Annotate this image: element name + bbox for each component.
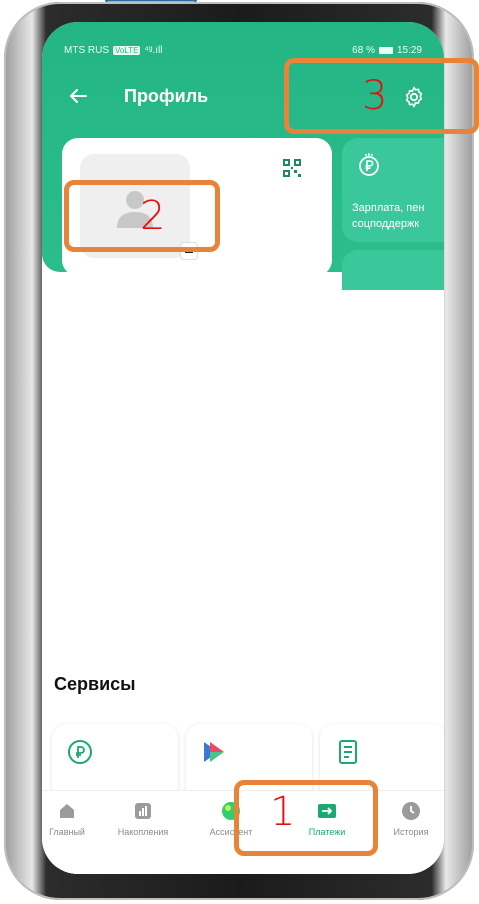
salary-card-text: Зарплата, пен соцподдержк [352,200,444,232]
battery-icon [378,46,393,54]
nav-label-main: Главный [49,827,85,837]
carrier-label: MTS RUS [64,44,109,56]
nav-item-main[interactable]: Главный [42,801,106,837]
nav-label-savings: Накопления [117,827,169,837]
nav-item-history[interactable]: История [372,801,444,837]
annotation-box-1 [234,780,378,856]
salary-card-line1: Зарплата, пен [352,202,425,214]
page-title: Профиль [124,86,209,106]
clock-time: 15:29 [396,44,422,56]
chart-icon [135,803,151,819]
nav-label-history: История [393,827,429,837]
home-icon [60,804,74,818]
phone-screen: MTS RUS VoLTE ⁴ᵍ.ıll 68 % 15:29 Профиль [42,22,444,874]
salary-card-line2: соцподдержк [352,218,420,230]
nav-item-savings[interactable]: Накопления [104,801,182,837]
annotation-number-3: 3 [362,73,388,119]
ruble-refresh-icon [68,740,92,764]
signal-icon: ⁴ᵍ.ıll [144,44,163,56]
ruble-coin-icon [359,153,379,176]
battery-percent: 68 % [352,44,375,56]
annotation-number-2: 2 [140,193,166,239]
salary-pension-card[interactable]: Зарплата, пен соцподдержк [342,138,444,242]
back-arrow-icon[interactable] [66,84,90,108]
annotation-number-1: 1 [270,789,296,835]
volte-badge: VoLTE [113,45,141,55]
partner-logo-icon [204,742,224,762]
qr-code-icon[interactable] [282,158,302,178]
second-side-card[interactable] [342,250,444,290]
clock-icon [402,802,420,820]
status-bar: MTS RUS VoLTE ⁴ᵍ.ıll 68 % 15:29 [64,42,422,58]
services-title: Сервисы [54,674,136,694]
phone-frame: MTS RUS VoLTE ⁴ᵍ.ıll 68 % 15:29 Профиль [4,2,474,900]
document-icon [339,740,357,764]
